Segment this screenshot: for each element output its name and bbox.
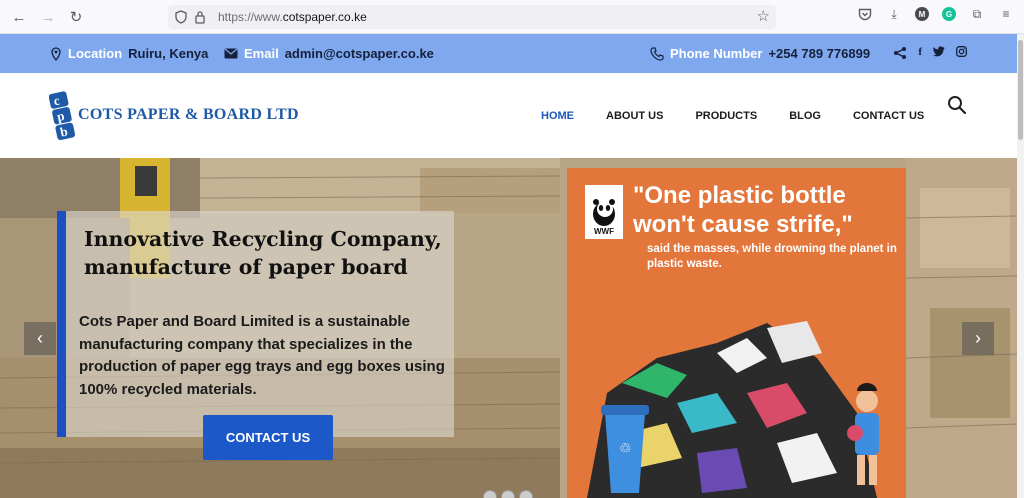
location-label: Location [68,46,123,61]
twitter-icon[interactable] [933,46,945,57]
shield-icon [175,10,187,24]
contact-topbar: Location Ruiru, Kenya Email admin@cotspa… [0,34,1017,73]
nav-contact-us[interactable]: CONTACT US [853,110,924,122]
slider-dot-2[interactable] [501,490,515,498]
envelope-icon [224,48,238,59]
hero-title: Innovative Recycling Company, manufactur… [84,227,442,279]
lock-icon [195,11,205,24]
browser-toolbar-icons: ⤓ M G ⧉ ≡ [857,6,1014,22]
address-bar[interactable]: https://www.cotspaper.co.ke ☆ [168,5,776,29]
phone-label: Phone Number [670,46,763,61]
hero-slider: Innovative Recycling Company, manufactur… [0,158,1017,498]
plastic-waste-pile-illustration: ♲ [587,321,879,498]
phone-info: Phone Number +254 789 776899 [650,46,870,61]
poster-quote: "One plastic bottle won't cause strife," [633,182,853,238]
slider-pagination [483,490,533,498]
extensions-icon[interactable]: ⧉ [969,6,985,22]
slider-dot-1[interactable] [483,490,497,498]
hero-description: Cots Paper and Board Limited is a sustai… [79,313,445,398]
download-icon[interactable]: ⤓ [886,6,902,22]
nav-about-us[interactable]: ABOUT US [606,110,663,122]
slider-next-arrow-icon[interactable]: › [962,322,994,355]
browser-toolbar: ← → ↻ https://www.cotspaper.co.ke ☆ ⤓ M … [0,0,1024,34]
profile-avatar[interactable]: M [915,7,929,21]
pocket-icon[interactable] [857,6,873,22]
location-info: Location Ruiru, Kenya [50,46,208,61]
email-info: Email admin@cotspaper.co.ke [224,46,434,61]
map-pin-icon [51,46,61,61]
slider-prev-arrow-icon[interactable]: ‹ [24,322,56,355]
phone-value[interactable]: +254 789 776899 [768,46,870,61]
url-domain: cotspaper.co.ke [282,10,367,24]
wwf-label: WWF [594,227,614,236]
bookmark-star-icon[interactable]: ☆ [757,7,770,25]
main-navigation: HOME ABOUT US PRODUCTS BLOG CONTACT US [541,110,956,122]
location-value: Ruiru, Kenya [128,46,209,61]
site-header: c p b COTS PAPER & BOARD LTD HOME ABOUT … [0,73,1017,158]
url-text: https://www.cotspaper.co.ke [218,10,367,24]
panda-icon [593,199,615,226]
forward-icon[interactable]: → [34,3,62,31]
nav-blog[interactable]: BLOG [789,110,821,122]
reload-icon[interactable]: ↻ [62,3,90,31]
url-prefix: https://www. [218,10,283,24]
wwf-poster: WWF "One plastic bottle won't cause stri… [567,168,906,498]
instagram-icon[interactable] [956,46,967,57]
company-logo-icon[interactable]: c p b [49,90,77,142]
slider-dot-3[interactable] [519,490,533,498]
company-name[interactable]: COTS PAPER & BOARD LTD [78,106,299,124]
menu-icon[interactable]: ≡ [998,6,1014,22]
back-icon[interactable]: ← [5,3,33,31]
grammarly-icon[interactable]: G [942,7,956,21]
nav-home[interactable]: HOME [541,110,574,122]
search-icon[interactable] [947,95,967,115]
social-links: f [893,46,967,60]
phone-icon [650,46,664,61]
svg-text:♲: ♲ [619,441,632,457]
email-value[interactable]: admin@cotspaper.co.ke [285,46,434,61]
facebook-icon[interactable]: f [918,46,922,60]
wwf-logo: WWF [585,185,623,239]
share-icon[interactable] [893,46,907,60]
nav-products[interactable]: PRODUCTS [695,110,757,122]
page-scrollbar-thumb[interactable] [1018,40,1023,140]
email-label: Email [244,46,279,61]
contact-us-button[interactable]: CONTACT US [203,415,333,460]
hero-text-panel: Innovative Recycling Company, manufactur… [57,211,454,437]
